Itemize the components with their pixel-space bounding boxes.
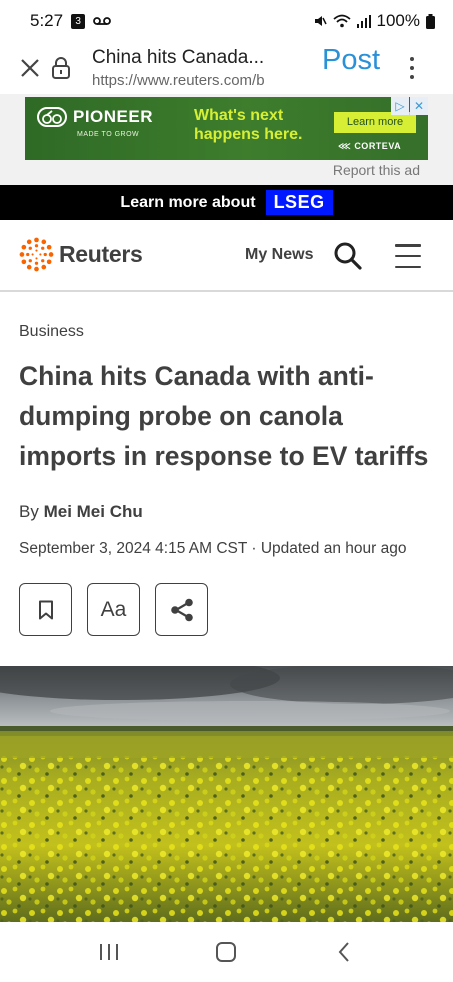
- menu-button[interactable]: [395, 244, 421, 268]
- article-byline: By Mei Mei Chu: [19, 502, 143, 522]
- status-bar: 5:27 3 100%: [0, 0, 453, 42]
- ad-brand-name: PIONEER: [73, 107, 154, 126]
- my-news-link[interactable]: My News: [245, 246, 313, 264]
- ad-brand: PIONEER: [37, 107, 153, 127]
- signal-icon: [356, 14, 371, 28]
- adchoices-icon[interactable]: ▷: [391, 97, 409, 115]
- reuters-logo-icon[interactable]: [19, 237, 54, 272]
- mute-icon: [313, 14, 327, 28]
- share-icon: [170, 598, 193, 621]
- lseg-logo: LSEG: [265, 190, 333, 215]
- ad-brand-tagline: MADE TO GROW: [77, 131, 140, 138]
- pioneer-logo-icon: [37, 107, 67, 127]
- battery-percent: 100%: [376, 11, 420, 30]
- recent-apps-button[interactable]: [89, 932, 129, 972]
- home-icon: [216, 942, 237, 962]
- battery-icon: [426, 13, 435, 29]
- article-dateline: September 3, 2024 4:15 AM CST · Updated …: [19, 540, 407, 557]
- byline-prefix: By: [19, 502, 39, 521]
- back-button[interactable]: [324, 932, 364, 972]
- lock-icon: [52, 57, 70, 79]
- page-title: China hits Canada...: [92, 47, 265, 68]
- recent-apps-icon: [99, 944, 118, 960]
- more-options-button[interactable]: [400, 50, 424, 86]
- status-right: 100%: [313, 11, 435, 31]
- ad-close-icon[interactable]: ✕: [410, 97, 428, 115]
- ad-container: PIONEER MADE TO GROW What's next happens…: [0, 94, 453, 185]
- lseg-promo-text: Learn more about: [120, 193, 256, 211]
- post-button[interactable]: Post: [322, 44, 380, 77]
- report-ad-link[interactable]: Report this ad: [333, 162, 420, 178]
- article-headline: China hits Canada with anti-dumping prob…: [19, 361, 429, 471]
- browser-toolbar: China hits Canada... https://www.reuters…: [0, 42, 453, 94]
- bookmark-button[interactable]: [19, 583, 72, 636]
- article-actions: Aa: [19, 583, 208, 636]
- search-button[interactable]: [333, 241, 363, 271]
- hamburger-menu-icon: [395, 244, 421, 247]
- status-left: 5:27 3: [30, 11, 111, 31]
- address-bar[interactable]: China hits Canada... https://www.reuters…: [92, 47, 292, 89]
- ad-learn-more-button[interactable]: Learn more: [334, 112, 416, 133]
- ad-choices[interactable]: ▷ ✕: [390, 97, 428, 115]
- ad-headline-line2: happens here.: [194, 126, 303, 143]
- reuters-wordmark[interactable]: Reuters: [59, 241, 143, 268]
- voicemail-icon: [93, 16, 111, 26]
- search-icon: [334, 242, 362, 270]
- corteva-logo-icon: ⋘: [338, 141, 355, 151]
- canola-field-image: [0, 666, 453, 922]
- home-button[interactable]: [206, 932, 246, 972]
- article-section-link[interactable]: Business: [19, 323, 84, 341]
- bookmark-icon: [38, 600, 53, 619]
- font-size-button[interactable]: Aa: [87, 583, 140, 636]
- back-icon: [338, 942, 349, 962]
- site-header: Reuters My News: [0, 220, 453, 292]
- more-vertical-icon: [410, 57, 414, 61]
- lseg-promo-bar[interactable]: Learn more about LSEG: [0, 185, 453, 220]
- close-icon: [21, 59, 39, 77]
- status-time: 5:27: [30, 11, 64, 30]
- system-navigation-bar: [0, 922, 453, 982]
- share-button[interactable]: [155, 583, 208, 636]
- author-link[interactable]: Mei Mei Chu: [44, 502, 143, 521]
- site-info-button[interactable]: [46, 42, 76, 94]
- wifi-icon: [332, 14, 351, 28]
- ad-sponsor-name: CORTEVA: [354, 141, 402, 151]
- article-hero-image: [0, 666, 453, 922]
- page-url: https://www.reuters.com/b: [92, 72, 265, 89]
- ad-banner[interactable]: PIONEER MADE TO GROW What's next happens…: [25, 97, 428, 160]
- ad-headline: What's next happens here.: [194, 106, 302, 144]
- font-size-label: Aa: [100, 597, 127, 621]
- ad-headline-line1: What's next: [194, 107, 284, 124]
- ad-sponsor: ⋘ CORTEVA: [338, 141, 401, 152]
- notification-badge-icon: 3: [71, 13, 86, 29]
